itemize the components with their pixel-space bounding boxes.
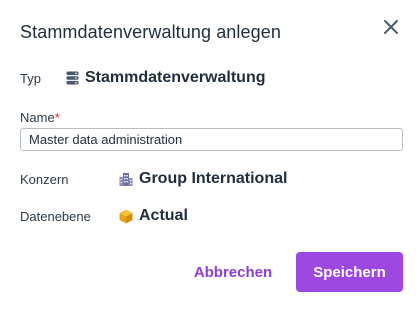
konzern-label: Konzern [20, 172, 69, 187]
name-label-text: Name [20, 110, 55, 125]
save-button[interactable]: Speichern [296, 252, 403, 292]
dialog-title: Stammdatenverwaltung anlegen [20, 22, 281, 42]
building-icon [119, 172, 133, 186]
database-icon [66, 71, 79, 85]
datenebene-value: Actual [119, 207, 188, 225]
close-button[interactable] [380, 16, 402, 38]
name-input[interactable] [20, 128, 403, 151]
create-master-data-dialog: Stammdatenverwaltung anlegen Typ Stammda… [0, 0, 419, 311]
datenebene-value-text: Actual [139, 207, 188, 224]
name-label: Name* [20, 110, 60, 125]
typ-value-text: Stammdatenverwaltung [85, 69, 266, 86]
close-icon [384, 20, 398, 34]
required-marker: * [54, 110, 60, 125]
konzern-value-text: Group International [139, 170, 288, 187]
datenebene-label: Datenebene [20, 209, 91, 224]
typ-value: Stammdatenverwaltung [66, 69, 265, 87]
typ-label: Typ [20, 71, 41, 86]
cancel-button[interactable]: Abbrechen [188, 252, 278, 292]
konzern-value: Group International [119, 170, 287, 188]
cube-icon [119, 209, 133, 224]
